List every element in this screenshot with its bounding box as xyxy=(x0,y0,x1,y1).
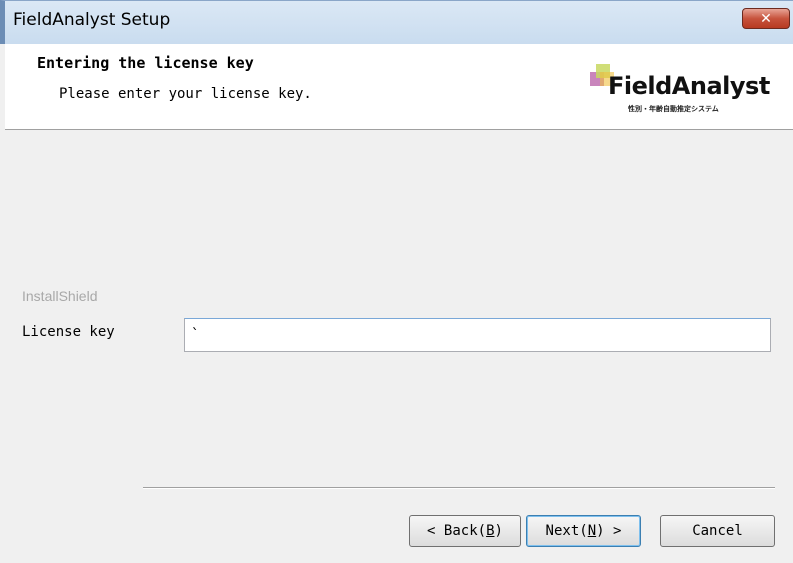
footer-divider xyxy=(143,487,775,489)
page-subtitle: Please enter your license key. xyxy=(59,86,312,102)
setup-window: FieldAnalyst Setup ✕ Entering the licens… xyxy=(0,0,793,563)
installshield-label: InstallShield xyxy=(22,288,98,304)
close-button[interactable]: ✕ xyxy=(742,8,790,29)
license-key-label: License key xyxy=(22,324,115,340)
next-button[interactable]: Next(N) > xyxy=(526,515,641,547)
license-key-input[interactable] xyxy=(184,318,771,352)
logo-text: FieldAnalyst xyxy=(608,72,770,100)
logo-subtext: 性別・年齢自動推定システム xyxy=(628,105,719,113)
page-title: Entering the license key xyxy=(37,54,254,72)
title-bar[interactable]: FieldAnalyst Setup ✕ xyxy=(0,0,793,44)
back-button[interactable]: < Back(B) xyxy=(409,515,521,547)
window-title: FieldAnalyst Setup xyxy=(13,10,171,30)
cancel-button[interactable]: Cancel xyxy=(660,515,775,547)
close-icon: ✕ xyxy=(760,10,772,27)
fieldanalyst-logo: FieldAnalyst 性別・年齢自動推定システム xyxy=(588,62,793,120)
header-banner: Entering the license key Please enter yo… xyxy=(5,44,793,130)
